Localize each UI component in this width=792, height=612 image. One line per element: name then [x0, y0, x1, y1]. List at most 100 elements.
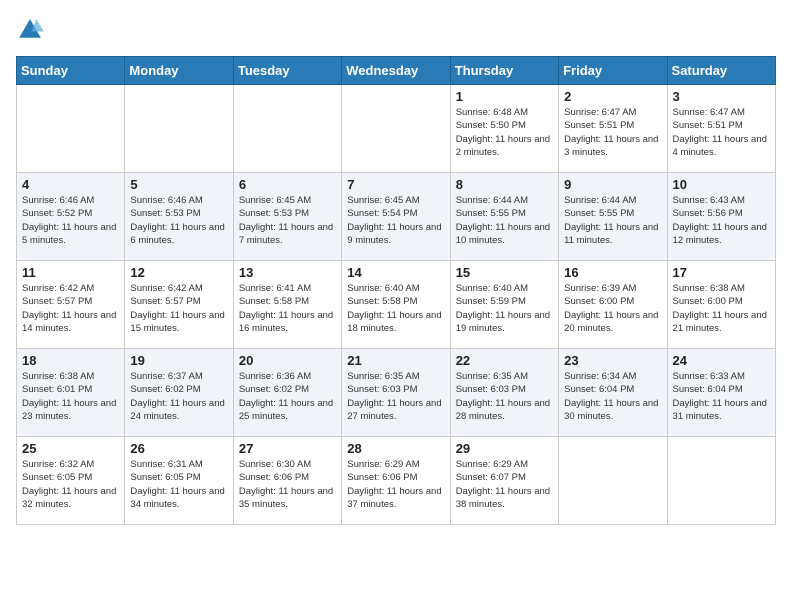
- day-info: Sunrise: 6:44 AM Sunset: 5:55 PM Dayligh…: [564, 194, 661, 247]
- calendar-cell: 14 Sunrise: 6:40 AM Sunset: 5:58 PM Dayli…: [342, 261, 450, 349]
- calendar-cell: 12 Sunrise: 6:42 AM Sunset: 5:57 PM Dayli…: [125, 261, 233, 349]
- day-header-sunday: Sunday: [17, 57, 125, 85]
- calendar-cell: 8Sunrise: 6:44 AM Sunset: 5:55 PM Daylig…: [450, 173, 558, 261]
- calendar-week-4: 18 Sunrise: 6:38 AM Sunset: 6:01 PM Dayli…: [17, 349, 776, 437]
- day-info: Sunrise: 6:40 AM Sunset: 5:58 PM Dayligh…: [347, 282, 444, 335]
- day-info: Sunrise: 6:30 AM Sunset: 6:06 PM Dayligh…: [239, 458, 336, 511]
- day-info: Sunrise: 6:47 AM Sunset: 5:51 PM Dayligh…: [564, 106, 661, 159]
- day-number: 14: [347, 265, 444, 280]
- day-info: Sunrise: 6:41 AM Sunset: 5:58 PM Dayligh…: [239, 282, 336, 335]
- day-info: Sunrise: 6:42 AM Sunset: 5:57 PM Dayligh…: [130, 282, 227, 335]
- day-info: Sunrise: 6:33 AM Sunset: 6:04 PM Dayligh…: [673, 370, 770, 423]
- day-number: 6: [239, 177, 336, 192]
- calendar-cell: 20 Sunrise: 6:36 AM Sunset: 6:02 PM Dayli…: [233, 349, 341, 437]
- day-info: Sunrise: 6:46 AM Sunset: 5:52 PM Dayligh…: [22, 194, 119, 247]
- day-header-monday: Monday: [125, 57, 233, 85]
- calendar-cell: [125, 85, 233, 173]
- day-info: Sunrise: 6:46 AM Sunset: 5:53 PM Dayligh…: [130, 194, 227, 247]
- day-info: Sunrise: 6:36 AM Sunset: 6:02 PM Dayligh…: [239, 370, 336, 423]
- day-info: Sunrise: 6:34 AM Sunset: 6:04 PM Dayligh…: [564, 370, 661, 423]
- calendar-header-row: SundayMondayTuesdayWednesdayThursdayFrid…: [17, 57, 776, 85]
- calendar-cell: 7 Sunrise: 6:45 AM Sunset: 5:54 PM Daylig…: [342, 173, 450, 261]
- day-header-friday: Friday: [559, 57, 667, 85]
- logo: [16, 16, 48, 44]
- day-header-tuesday: Tuesday: [233, 57, 341, 85]
- calendar-cell: 5 Sunrise: 6:46 AM Sunset: 5:53 PM Daylig…: [125, 173, 233, 261]
- calendar-week-1: 1 Sunrise: 6:48 AM Sunset: 5:50 PM Daylig…: [17, 85, 776, 173]
- calendar-cell: 22 Sunrise: 6:35 AM Sunset: 6:03 PM Dayli…: [450, 349, 558, 437]
- calendar-cell: 23 Sunrise: 6:34 AM Sunset: 6:04 PM Dayli…: [559, 349, 667, 437]
- day-number: 29: [456, 441, 553, 456]
- calendar-cell: 15 Sunrise: 6:40 AM Sunset: 5:59 PM Dayli…: [450, 261, 558, 349]
- calendar-cell: 27 Sunrise: 6:30 AM Sunset: 6:06 PM Dayli…: [233, 437, 341, 525]
- calendar-cell: 2 Sunrise: 6:47 AM Sunset: 5:51 PM Daylig…: [559, 85, 667, 173]
- day-header-wednesday: Wednesday: [342, 57, 450, 85]
- day-number: 1: [456, 89, 553, 104]
- calendar-cell: 21 Sunrise: 6:35 AM Sunset: 6:03 PM Dayli…: [342, 349, 450, 437]
- calendar-week-2: 4 Sunrise: 6:46 AM Sunset: 5:52 PM Daylig…: [17, 173, 776, 261]
- calendar-table: SundayMondayTuesdayWednesdayThursdayFrid…: [16, 56, 776, 525]
- day-header-saturday: Saturday: [667, 57, 775, 85]
- day-info: Sunrise: 6:44 AM Sunset: 5:55 PM Dayligh…: [456, 194, 553, 247]
- calendar-cell: 18 Sunrise: 6:38 AM Sunset: 6:01 PM Dayli…: [17, 349, 125, 437]
- day-info: Sunrise: 6:32 AM Sunset: 6:05 PM Dayligh…: [22, 458, 119, 511]
- calendar-cell: 9 Sunrise: 6:44 AM Sunset: 5:55 PM Daylig…: [559, 173, 667, 261]
- calendar-cell: [17, 85, 125, 173]
- day-number: 28: [347, 441, 444, 456]
- day-number: 2: [564, 89, 661, 104]
- day-info: Sunrise: 6:38 AM Sunset: 6:01 PM Dayligh…: [22, 370, 119, 423]
- day-number: 22: [456, 353, 553, 368]
- day-number: 21: [347, 353, 444, 368]
- day-info: Sunrise: 6:29 AM Sunset: 6:07 PM Dayligh…: [456, 458, 553, 511]
- calendar-cell: 10Sunrise: 6:43 AM Sunset: 5:56 PM Dayli…: [667, 173, 775, 261]
- day-info: Sunrise: 6:40 AM Sunset: 5:59 PM Dayligh…: [456, 282, 553, 335]
- day-number: 15: [456, 265, 553, 280]
- calendar-cell: 19Sunrise: 6:37 AM Sunset: 6:02 PM Dayli…: [125, 349, 233, 437]
- day-number: 17: [673, 265, 770, 280]
- day-header-thursday: Thursday: [450, 57, 558, 85]
- calendar-cell: 13 Sunrise: 6:41 AM Sunset: 5:58 PM Dayli…: [233, 261, 341, 349]
- day-number: 24: [673, 353, 770, 368]
- day-number: 10: [673, 177, 770, 192]
- day-number: 7: [347, 177, 444, 192]
- day-number: 13: [239, 265, 336, 280]
- day-number: 9: [564, 177, 661, 192]
- calendar-cell: 3 Sunrise: 6:47 AM Sunset: 5:51 PM Daylig…: [667, 85, 775, 173]
- page-header: [16, 16, 776, 44]
- day-info: Sunrise: 6:45 AM Sunset: 5:54 PM Dayligh…: [347, 194, 444, 247]
- day-number: 3: [673, 89, 770, 104]
- day-number: 4: [22, 177, 119, 192]
- day-info: Sunrise: 6:39 AM Sunset: 6:00 PM Dayligh…: [564, 282, 661, 335]
- calendar-cell: [667, 437, 775, 525]
- day-info: Sunrise: 6:38 AM Sunset: 6:00 PM Dayligh…: [673, 282, 770, 335]
- day-number: 11: [22, 265, 119, 280]
- calendar-cell: 16 Sunrise: 6:39 AM Sunset: 6:00 PM Dayli…: [559, 261, 667, 349]
- calendar-cell: [342, 85, 450, 173]
- calendar-cell: 25 Sunrise: 6:32 AM Sunset: 6:05 PM Dayli…: [17, 437, 125, 525]
- calendar-cell: 24 Sunrise: 6:33 AM Sunset: 6:04 PM Dayli…: [667, 349, 775, 437]
- calendar-cell: [233, 85, 341, 173]
- day-info: Sunrise: 6:42 AM Sunset: 5:57 PM Dayligh…: [22, 282, 119, 335]
- day-info: Sunrise: 6:48 AM Sunset: 5:50 PM Dayligh…: [456, 106, 553, 159]
- day-number: 16: [564, 265, 661, 280]
- day-info: Sunrise: 6:29 AM Sunset: 6:06 PM Dayligh…: [347, 458, 444, 511]
- day-number: 25: [22, 441, 119, 456]
- calendar-cell: 11 Sunrise: 6:42 AM Sunset: 5:57 PM Dayli…: [17, 261, 125, 349]
- day-info: Sunrise: 6:31 AM Sunset: 6:05 PM Dayligh…: [130, 458, 227, 511]
- calendar-week-3: 11 Sunrise: 6:42 AM Sunset: 5:57 PM Dayli…: [17, 261, 776, 349]
- day-info: Sunrise: 6:47 AM Sunset: 5:51 PM Dayligh…: [673, 106, 770, 159]
- day-number: 5: [130, 177, 227, 192]
- day-number: 23: [564, 353, 661, 368]
- day-info: Sunrise: 6:35 AM Sunset: 6:03 PM Dayligh…: [347, 370, 444, 423]
- day-info: Sunrise: 6:35 AM Sunset: 6:03 PM Dayligh…: [456, 370, 553, 423]
- calendar-cell: 28 Sunrise: 6:29 AM Sunset: 6:06 PM Dayli…: [342, 437, 450, 525]
- day-number: 26: [130, 441, 227, 456]
- calendar-cell: 6Sunrise: 6:45 AM Sunset: 5:53 PM Daylig…: [233, 173, 341, 261]
- day-number: 20: [239, 353, 336, 368]
- logo-icon: [16, 16, 44, 44]
- calendar-cell: 29 Sunrise: 6:29 AM Sunset: 6:07 PM Dayli…: [450, 437, 558, 525]
- day-number: 12: [130, 265, 227, 280]
- day-number: 18: [22, 353, 119, 368]
- day-number: 27: [239, 441, 336, 456]
- calendar-week-5: 25 Sunrise: 6:32 AM Sunset: 6:05 PM Dayli…: [17, 437, 776, 525]
